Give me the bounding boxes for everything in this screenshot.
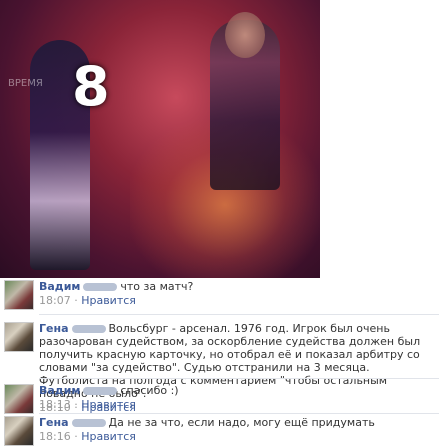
- redacted-surname: [83, 387, 118, 395]
- post-photo[interactable]: 8 ВРЕМЯ: [0, 0, 320, 278]
- avatar[interactable]: [4, 322, 34, 352]
- photo-watermark: ВРЕМЯ: [8, 78, 43, 89]
- photo-referee-head: [225, 12, 265, 58]
- comment-time[interactable]: 18:16: [39, 430, 71, 443]
- comment-author[interactable]: Гена: [39, 416, 69, 429]
- comment-text: Да не за что, если надо, могу ещё придум…: [108, 416, 375, 429]
- divider: [39, 413, 439, 414]
- meta-separator: ·: [74, 294, 78, 307]
- avatar[interactable]: [4, 416, 34, 446]
- comment-text: что за матч?: [120, 280, 194, 293]
- comment-author[interactable]: Вадим: [39, 280, 80, 293]
- meta-separator: ·: [74, 398, 78, 411]
- comment-time[interactable]: 18:13: [39, 398, 71, 411]
- like-link[interactable]: Нравится: [81, 430, 136, 443]
- redacted-surname: [83, 283, 118, 291]
- divider: [39, 378, 439, 379]
- comment-author[interactable]: Вадим: [39, 384, 80, 397]
- jersey-number: 8: [72, 55, 110, 118]
- redacted-surname: [71, 325, 106, 333]
- redacted-surname: [71, 419, 106, 427]
- comment-text: спасибо :): [120, 384, 179, 397]
- comment-time[interactable]: 18:07: [39, 294, 71, 307]
- avatar[interactable]: [4, 384, 34, 414]
- comment-author[interactable]: Гена: [39, 322, 69, 335]
- like-link[interactable]: Нравится: [81, 398, 136, 411]
- meta-separator: ·: [74, 430, 78, 443]
- divider: [39, 314, 439, 315]
- avatar[interactable]: [4, 280, 34, 310]
- like-link[interactable]: Нравится: [81, 294, 136, 307]
